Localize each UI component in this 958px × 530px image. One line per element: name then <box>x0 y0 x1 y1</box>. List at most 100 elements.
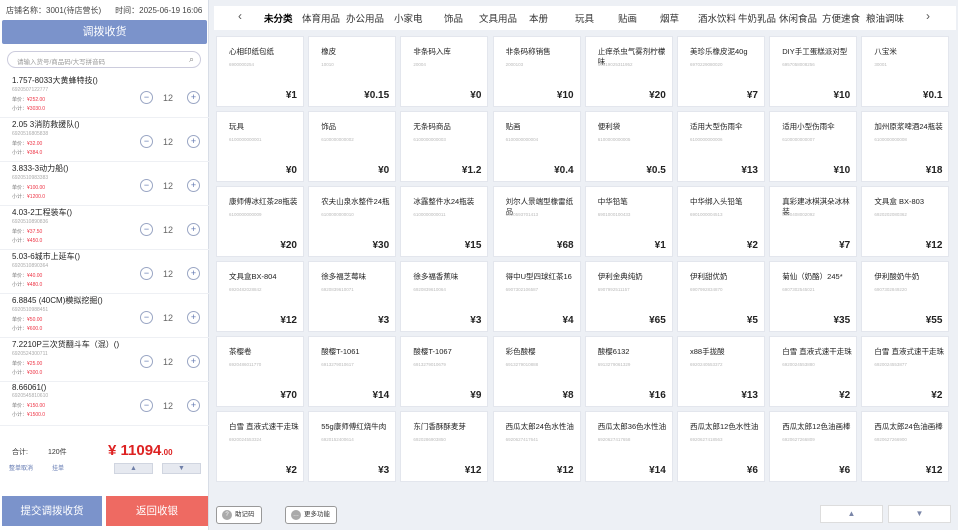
increase-qty-button[interactable]: + <box>187 355 200 368</box>
cart-item[interactable]: 5.03-6城市上延车() 6920510890364 单价：¥40.00 小计：¥4… <box>0 250 209 294</box>
product-tile[interactable]: 饰品 6100000000002 ¥0 <box>308 111 397 182</box>
category-tab[interactable]: 小家电 <box>394 11 423 25</box>
product-tile[interactable]: 东门香酥酥麦芽 6920286903850 ¥12 <box>400 411 489 482</box>
product-tile[interactable]: 加州原浆啤酒24瓶装 6100000000008 ¥18 <box>861 111 950 182</box>
product-tile[interactable]: 彩色酸樱 6913279010888 ¥8 <box>492 336 581 407</box>
product-tile[interactable]: 白雪 直液式速干走珠 6920024553877 ¥2 <box>861 336 950 407</box>
category-tab[interactable]: 办公用品 <box>346 11 384 25</box>
product-tile[interactable]: 得中U型四球红茶16 6907302106587 ¥4 <box>492 261 581 332</box>
product-tile[interactable]: 贴画 6100000000004 ¥0.4 <box>492 111 581 182</box>
category-tab[interactable]: 本册 <box>529 11 548 25</box>
product-tile[interactable]: 白雪 直液式速干走珠 6920024553324 ¥2 <box>216 411 304 482</box>
search-input[interactable]: 请输入货号/商品码/大写拼音码 ⌕ <box>7 51 201 68</box>
product-tile[interactable]: 刘尔人景端型橡雷纸品 6920593701413 ¥68 <box>492 186 581 257</box>
product-tile[interactable]: 文具盒BX-804 6920482028842 ¥12 <box>216 261 304 332</box>
cart-item[interactable]: 3.833-3动力船() 6920510983383 单价：¥100.00 小计：¥1… <box>0 162 209 206</box>
decrease-qty-button[interactable]: − <box>140 399 153 412</box>
category-tab[interactable]: 饰品 <box>444 11 463 25</box>
cart-item[interactable]: 2.05 3消防救援队() 6920516805838 单价：¥32.00 小计：¥3… <box>0 118 209 162</box>
product-tile[interactable]: DIY手工蛋糕派对型 6957058008256 ¥10 <box>769 36 858 107</box>
cart-item-qty[interactable]: 12 <box>163 137 173 147</box>
chevron-right-icon[interactable]: › <box>926 9 930 23</box>
category-tab[interactable]: 粮油调味 <box>866 11 904 25</box>
cart-item-qty[interactable]: 12 <box>163 357 173 367</box>
product-tile[interactable]: x88手拢酸 6920240553372 ¥13 <box>677 336 765 407</box>
decrease-qty-button[interactable]: − <box>140 179 153 192</box>
product-tile[interactable]: 酸樱T-1061 6913279010617 ¥14 <box>308 336 397 407</box>
increase-qty-button[interactable]: + <box>187 311 200 324</box>
product-tile[interactable]: 酸樱T-1067 6913279010679 ¥9 <box>400 336 489 407</box>
page-up-button[interactable]: ▲ <box>820 505 883 523</box>
product-tile[interactable]: 无条码商品 6100000000003 ¥1.2 <box>400 111 489 182</box>
product-tile[interactable]: 中华铅笔 6901000100433 ¥1 <box>584 186 673 257</box>
increase-qty-button[interactable]: + <box>187 223 200 236</box>
increase-qty-button[interactable]: + <box>187 135 200 148</box>
product-tile[interactable]: 康师傅冰红茶28瓶装 6100000000009 ¥20 <box>216 186 304 257</box>
product-tile[interactable]: 美珍乐橡皮泥40g 6970229080020 ¥7 <box>677 36 765 107</box>
cart-item-qty[interactable]: 12 <box>163 93 173 103</box>
product-tile[interactable]: 农夫山泉水整件24瓶 6100000000010 ¥30 <box>308 186 397 257</box>
decrease-qty-button[interactable]: − <box>140 91 153 104</box>
product-tile[interactable]: 非条码入库 20004 ¥0 <box>400 36 489 107</box>
product-tile[interactable]: 止痒杀虫气雾剂柠檬味 69519025311952 ¥20 <box>584 36 673 107</box>
product-tile[interactable]: 适用小型伤雨伞 6100000000007 ¥10 <box>769 111 858 182</box>
decrease-qty-button[interactable]: − <box>140 311 153 324</box>
chevron-left-icon[interactable]: ‹ <box>238 9 242 23</box>
product-tile[interactable]: 真彩建冰棋淇朵冰林装 6920408002092 ¥7 <box>769 186 858 257</box>
increase-qty-button[interactable]: + <box>187 267 200 280</box>
product-tile[interactable]: 徐多福香蕉味 6920839610064 ¥3 <box>400 261 489 332</box>
product-tile[interactable]: 橡皮 10010 ¥0.15 <box>308 36 397 107</box>
product-tile[interactable]: 55g康师傅红烧牛肉 6920152400614 ¥3 <box>308 411 397 482</box>
increase-qty-button[interactable]: + <box>187 91 200 104</box>
category-tab[interactable]: 玩具 <box>575 11 594 25</box>
cart-item[interactable]: 8.66061() 6920545810610 单价：¥150.00 小计：¥1500… <box>0 382 209 426</box>
product-tile[interactable]: 徐多福芝莓味 6920839610071 ¥3 <box>308 261 397 332</box>
page-down-button[interactable]: ▼ <box>888 505 951 523</box>
product-tile[interactable]: 西瓜太郎12色油画棒 6920627266809 ¥6 <box>769 411 858 482</box>
cart-item[interactable]: 4.03-2工程装车() 6920510890836 单价：¥37.50 小计：¥45… <box>0 206 209 250</box>
increase-qty-button[interactable]: + <box>187 179 200 192</box>
product-tile[interactable]: 伊利甜优奶 6907992834870 ¥5 <box>677 261 765 332</box>
product-tile[interactable]: 白雪 直液式速干走珠 6920024553880 ¥2 <box>769 336 858 407</box>
category-tab[interactable]: 未分类 <box>264 11 293 25</box>
decrease-qty-button[interactable]: − <box>140 223 153 236</box>
product-tile[interactable]: 西瓜太郎12色水性油 6920627418563 ¥6 <box>677 411 765 482</box>
product-tile[interactable]: 伊利酸奶牛奶 6907302849220 ¥55 <box>861 261 950 332</box>
product-tile[interactable]: 冰露整件水24瓶装 6100000000011 ¥15 <box>400 186 489 257</box>
product-tile[interactable]: 玩具 6100000000001 ¥0 <box>216 111 304 182</box>
product-tile[interactable]: 伊利金典纯奶 6907992511157 ¥65 <box>584 261 673 332</box>
hold-order-button[interactable]: 挂单 <box>52 462 64 476</box>
product-tile[interactable]: 文具盒 BX-803 6920202080362 ¥12 <box>861 186 950 257</box>
cart-item-qty[interactable]: 12 <box>163 401 173 411</box>
product-tile[interactable]: 酸樱6132 6913279061329 ¥16 <box>584 336 673 407</box>
help-code-button[interactable]: ? 助记码 <box>216 506 262 524</box>
cart-item-qty[interactable]: 12 <box>163 225 173 235</box>
category-tab[interactable]: 休闲食品 <box>779 11 817 25</box>
cart-item[interactable]: 1.757-8033大黄蜂特技() 6920507122777 单价：¥252.00… <box>0 74 209 118</box>
back-to-checkout-button[interactable]: 返回收银 <box>106 496 208 526</box>
product-tile[interactable]: 西瓜太郎36色水性油 6920627417658 ¥14 <box>584 411 673 482</box>
cart-item-qty[interactable]: 12 <box>163 313 173 323</box>
product-tile[interactable]: 菊仙（奶酪）245* 6907302545021 ¥35 <box>769 261 858 332</box>
cart-item[interactable]: 7.2210P三次货翻斗车（混）() 6920524300711 单价：¥25.00… <box>0 338 209 382</box>
decrease-qty-button[interactable]: − <box>140 267 153 280</box>
scroll-down-button[interactable]: ▼ <box>162 463 201 474</box>
category-tab[interactable]: 贴画 <box>618 11 637 25</box>
decrease-qty-button[interactable]: − <box>140 355 153 368</box>
product-tile[interactable]: 八宝米 30001 ¥0.1 <box>861 36 950 107</box>
increase-qty-button[interactable]: + <box>187 399 200 412</box>
product-tile[interactable]: 心相印纸包纸 6900000254 ¥1 <box>216 36 304 107</box>
cart-item[interactable]: 6.8845 (40CM)模拟挖掘() 6920510988451 单价：¥50.0… <box>0 294 209 338</box>
scroll-up-button[interactable]: ▲ <box>114 463 153 474</box>
product-tile[interactable]: 非条码称销售 2000103 ¥10 <box>492 36 581 107</box>
cancel-order-button[interactable]: 整单取消 <box>9 462 33 476</box>
product-tile[interactable]: 便利袋 6100000000005 ¥0.5 <box>584 111 673 182</box>
submit-transfer-button[interactable]: 提交调拨收货 <box>2 496 102 526</box>
category-tab[interactable]: 体育用品 <box>302 11 340 25</box>
product-tile[interactable]: 中华绑入头铅笔 6901000004513 ¥2 <box>677 186 765 257</box>
cart-item-qty[interactable]: 12 <box>163 181 173 191</box>
category-tab[interactable]: 方便速食 <box>822 11 860 25</box>
category-tab[interactable]: 文具用品 <box>479 11 517 25</box>
category-tab[interactable]: 烟草 <box>660 11 679 25</box>
category-tab[interactable]: 酒水饮料 <box>698 11 736 25</box>
